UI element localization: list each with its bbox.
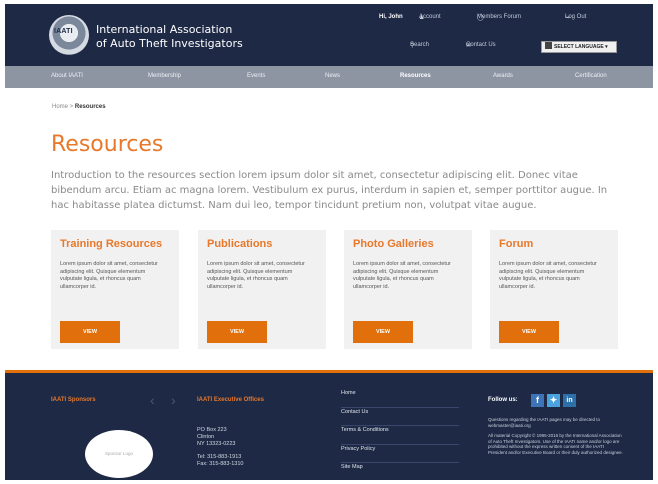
card-text: Lorem ipsum dolor sit amet, consectetur … (499, 261, 597, 290)
breadcrumb-separator: > (68, 104, 75, 110)
log-out-label: Log Out (565, 14, 587, 20)
footer-link-sitemap[interactable]: Site Map (341, 463, 459, 480)
language-label: SELECT LANGUAGE (554, 44, 604, 50)
card-title[interactable]: Training Resources (60, 238, 162, 250)
nav-item-membership[interactable]: Membership (148, 73, 181, 79)
sponsors-title: IAATI Sponsors (51, 397, 96, 403)
main-nav: About IAATI Membership Events News Resou… (5, 66, 653, 88)
nav-item-about[interactable]: About IAATI (51, 73, 83, 79)
chevron-left-icon[interactable]: ‹ (150, 392, 155, 408)
breadcrumb-current: Resources (74, 104, 106, 110)
footer-link-privacy[interactable]: Privacy Policy (341, 445, 459, 463)
address-line: Clinton (197, 434, 215, 440)
breadcrumb: Home > Resources (52, 104, 106, 110)
card-text: Lorem ipsum dolor sit amet, consectetur … (207, 261, 305, 290)
contact-us-label: Contact Us (466, 42, 496, 48)
address-line: PO Box 223 (197, 427, 227, 433)
footer-links: Home Contact Us Terms & Conditions Priva… (341, 389, 459, 480)
greeting: Hi, John (379, 14, 403, 20)
card-title[interactable]: Photo Galleries (353, 238, 434, 250)
view-button[interactable]: VIEW (60, 321, 120, 343)
phone-line: Tel: 315-883-1913 (197, 454, 242, 460)
page-title: Resources (51, 132, 164, 157)
nav-item-news[interactable]: News (325, 73, 340, 79)
org-name-line2: of Auto Theft Investigators (96, 37, 243, 50)
account-label: Account (419, 14, 441, 20)
questions-text: Questions regarding the IAATI pages may … (488, 417, 600, 428)
fax-line: Fax: 315-883-1310 (197, 461, 244, 467)
card-title[interactable]: Forum (499, 238, 533, 250)
copyright-text: All material Copyright © 1995-2016 by th… (488, 433, 623, 455)
view-button[interactable]: VIEW (353, 321, 413, 343)
card-title[interactable]: Publications (207, 238, 272, 250)
google-translate-icon (545, 42, 552, 49)
twitter-icon[interactable]: ✦ (547, 394, 560, 407)
view-button[interactable]: VIEW (207, 321, 267, 343)
site-header: IAATI International Association of Auto … (5, 4, 653, 66)
offices-title: IAATI Executive Offices (197, 397, 264, 403)
members-forum-label: Members Forum (477, 14, 522, 20)
org-name-line1: International Association (96, 23, 233, 36)
resource-card-training: Training Resources Lorem ipsum dolor sit… (51, 230, 179, 349)
address-line: NY 13323-0223 (197, 441, 236, 447)
facebook-icon[interactable]: f (531, 394, 544, 407)
iaati-logo[interactable] (49, 15, 89, 55)
sponsor-logo[interactable]: Sponsor Logo (85, 430, 153, 478)
intro-text: Introduction to the resources section lo… (51, 170, 608, 211)
resource-card-forum: Forum Lorem ipsum dolor sit amet, consec… (490, 230, 618, 349)
office-address: PO Box 223 Clinton NY 13323-0223 Tel: 31… (197, 427, 243, 468)
search-label: Search (410, 42, 430, 48)
card-text: Lorem ipsum dolor sit amet, consectetur … (353, 261, 451, 290)
view-button[interactable]: VIEW (499, 321, 559, 343)
resource-card-publications: Publications Lorem ipsum dolor sit amet,… (198, 230, 326, 349)
breadcrumb-home[interactable]: Home (52, 104, 68, 110)
logo-text: IAATI (54, 28, 73, 35)
card-text: Lorem ipsum dolor sit amet, consectetur … (60, 261, 158, 290)
footer-link-home[interactable]: Home (341, 389, 459, 408)
site-footer: IAATI Sponsors ‹ › Sponsor Logo IAATI Ex… (5, 370, 653, 480)
nav-item-events[interactable]: Events (247, 73, 265, 79)
nav-item-certification[interactable]: Certification (575, 73, 607, 79)
chevron-right-icon[interactable]: › (171, 392, 176, 408)
language-select[interactable]: SELECT LANGUAGE ▾ (541, 41, 617, 53)
page: IAATI International Association of Auto … (5, 4, 653, 480)
nav-item-resources[interactable]: Resources (400, 73, 431, 79)
linkedin-icon[interactable]: in (563, 394, 576, 407)
org-name[interactable]: International Association of Auto Theft … (96, 23, 243, 51)
footer-link-terms[interactable]: Terms & Conditions (341, 426, 459, 445)
footer-link-contact[interactable]: Contact Us (341, 408, 459, 426)
nav-item-awards[interactable]: Awards (493, 73, 513, 79)
follow-us-label: Follow us: (488, 397, 518, 403)
resource-card-photo-galleries: Photo Galleries Lorem ipsum dolor sit am… (344, 230, 472, 349)
